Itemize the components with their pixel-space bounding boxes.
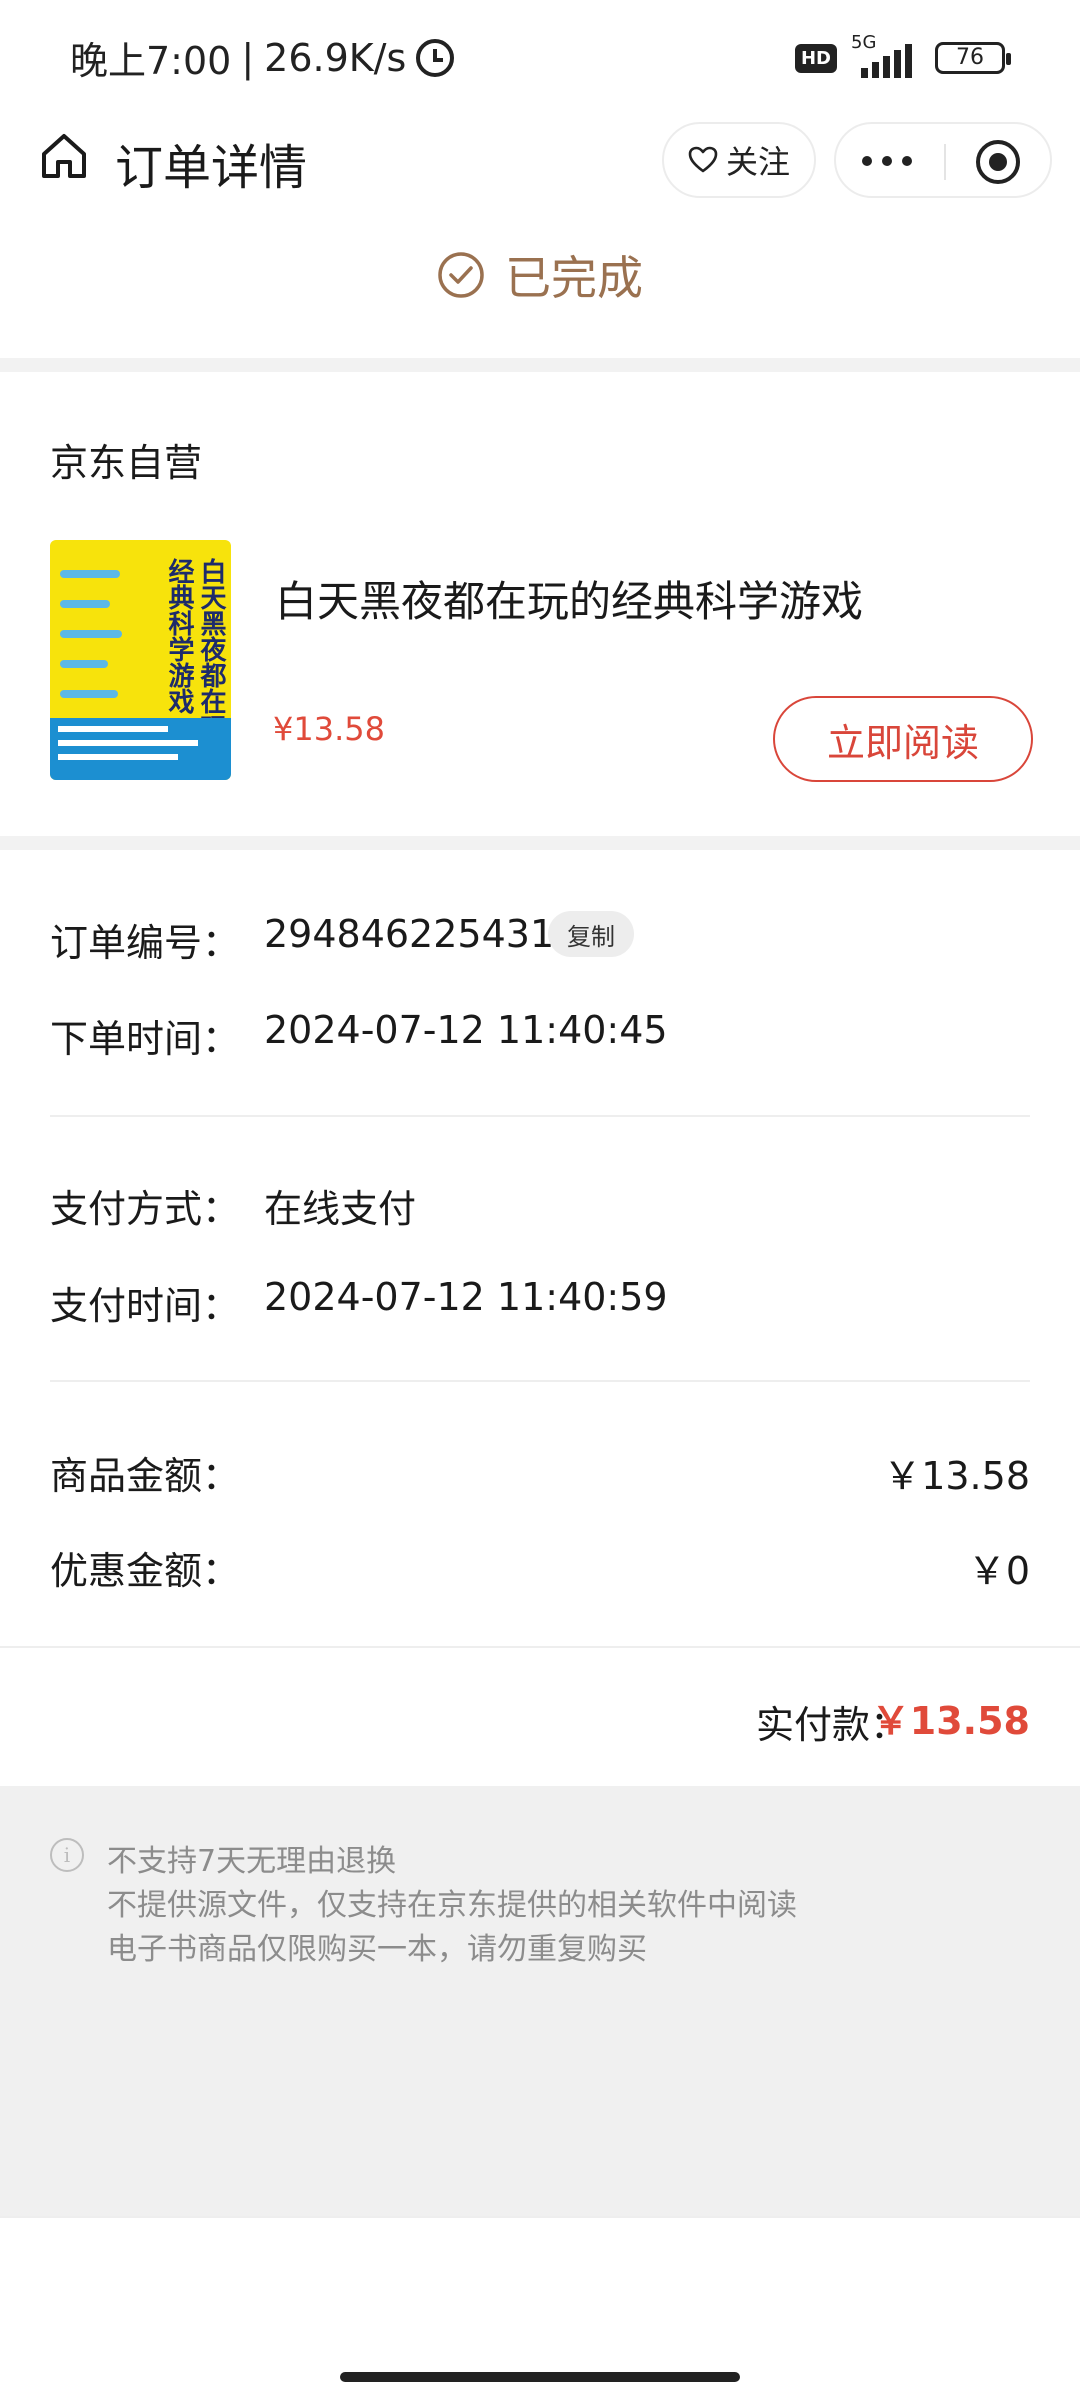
product-title[interactable]: 白天黑夜都在玩的经典科学游戏 — [275, 568, 863, 629]
status-bar: 晚上7:00 | 26.9K/s HD 5G 76 — [0, 0, 1080, 110]
payment-method-label: 支付方式： — [50, 1187, 241, 1231]
alarm-icon — [416, 38, 455, 77]
order-detail-page: 晚上7:00 | 26.9K/s HD 5G 76 订单详情 关注 已完成 京东… — [0, 0, 1080, 2400]
order-time-label: 下单时间： — [50, 1017, 241, 1061]
hd-icon: HD — [794, 43, 837, 73]
payment-method: 在线支付 — [264, 1187, 417, 1231]
payment-time: 2024-07-12 11:40:59 — [264, 1275, 668, 1319]
goods-amount: ￥13.58 — [883, 1454, 1030, 1498]
divider-line — [50, 1380, 1030, 1382]
close-target-icon[interactable] — [976, 140, 1020, 184]
notice-line: 不支持7天无理由退换 — [107, 1844, 397, 1879]
order-status: 已完成 — [0, 240, 1080, 310]
divider-line — [0, 1646, 1080, 1648]
order-number: 294846225431 — [264, 912, 555, 956]
signal-icon: 5G — [851, 32, 921, 78]
discount-amount-label: 优惠金额： — [50, 1549, 241, 1593]
status-right: HD 5G 76 — [794, 32, 1011, 78]
more-icon[interactable] — [862, 156, 912, 166]
order-status-text: 已完成 — [505, 251, 643, 305]
divider-line — [50, 1115, 1030, 1117]
section-divider — [0, 836, 1080, 850]
heart-icon — [688, 146, 718, 173]
status-separator: | — [241, 35, 255, 80]
read-now-button[interactable]: 立即阅读 — [773, 696, 1033, 782]
divider-line — [0, 2216, 1080, 2218]
clock-time: 晚上7:00 — [70, 39, 232, 83]
notice-line: 电子书商品仅限购买一本，请勿重复购买 — [107, 1932, 647, 1967]
follow-label: 关注 — [725, 143, 790, 181]
status-left: 晚上7:00 | 26.9K/s — [70, 30, 455, 85]
info-icon: i — [50, 1838, 84, 1872]
network-speed: 26.9K/s — [264, 35, 407, 80]
check-circle-icon — [438, 252, 484, 298]
miniprogram-capsule — [834, 122, 1052, 198]
nav-bar: 订单详情 关注 — [0, 110, 1080, 210]
goods-amount-label: 商品金额： — [50, 1454, 241, 1498]
capsule-divider — [944, 144, 946, 180]
product-price: ¥13.58 — [273, 710, 385, 748]
copy-button[interactable]: 复制 — [548, 911, 634, 957]
notice-line: 不提供源文件，仅支持在京东提供的相关软件中阅读 — [107, 1888, 797, 1923]
section-divider — [0, 358, 1080, 372]
discount-amount: ￥0 — [967, 1549, 1030, 1593]
home-icon[interactable] — [38, 130, 90, 182]
shop-name: 京东自营 — [50, 441, 203, 485]
page-title: 订单详情 — [115, 140, 308, 196]
home-indicator[interactable] — [340, 2372, 740, 2382]
paid-amount: ￥13.58 — [871, 1699, 1030, 1743]
order-number-label: 订单编号： — [50, 921, 241, 965]
battery-level: 76 — [956, 45, 984, 70]
book-cover[interactable]: 白天黑夜都在玩的经典科学游戏 — [50, 540, 231, 780]
payment-time-label: 支付时间： — [50, 1284, 241, 1328]
follow-button[interactable]: 关注 — [662, 122, 816, 198]
notice-panel: i 不支持7天无理由退换 不提供源文件，仅支持在京东提供的相关软件中阅读 电子书… — [0, 1786, 1080, 2216]
order-time: 2024-07-12 11:40:45 — [264, 1008, 668, 1052]
battery-icon: 76 — [935, 42, 1011, 74]
